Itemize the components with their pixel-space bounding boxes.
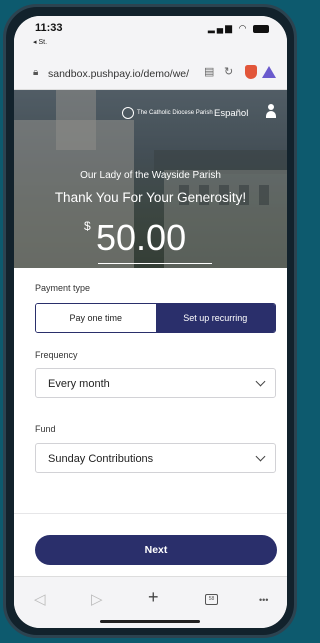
- fund-value: Sunday Contributions: [48, 453, 154, 465]
- reload-icon[interactable]: ↻: [224, 65, 233, 78]
- home-indicator: [100, 620, 200, 623]
- hero-banner: The Catholic Diocese Parish Español Our …: [14, 90, 287, 268]
- new-tab-icon[interactable]: +: [148, 587, 159, 608]
- reader-icon[interactable]: ▤: [204, 65, 214, 78]
- brave-rewards-icon[interactable]: [262, 66, 276, 78]
- fund-select[interactable]: Sunday Contributions: [35, 443, 276, 473]
- donation-form: Payment type Pay one time Set up recurri…: [14, 268, 287, 568]
- system-icons: ▂▄▆ ◠: [208, 23, 269, 34]
- user-account-icon[interactable]: [266, 104, 276, 118]
- frequency-label: Frequency: [35, 350, 78, 360]
- chevron-down-icon: [255, 451, 266, 462]
- logo-mark-icon: [122, 107, 134, 119]
- forward-arrow-icon[interactable]: ▷: [91, 590, 103, 608]
- amount-underline: [98, 263, 212, 264]
- brave-shield-icon[interactable]: [245, 65, 257, 79]
- signal-icon: ▂▄▆: [207, 23, 235, 33]
- status-time: 11:33: [35, 22, 63, 34]
- frequency-value: Every month: [48, 378, 110, 390]
- more-menu-icon[interactable]: •••: [259, 595, 268, 605]
- battery-icon: [253, 24, 269, 33]
- back-to-app-link[interactable]: ◂ St.: [33, 38, 47, 46]
- chevron-down-icon: [255, 376, 266, 387]
- tabs-icon[interactable]: 58: [205, 594, 218, 605]
- language-link[interactable]: Español: [214, 108, 248, 119]
- parish-name: Our Lady of the Wayside Parish: [80, 170, 221, 181]
- address-bar[interactable]: 🔒︎ sandbox.pushpay.io/demo/we/ ▤ ↻: [14, 56, 287, 90]
- payment-type-label: Payment type: [35, 283, 91, 293]
- status-bar: 11:33 ◂ St. ▂▄▆ ◠: [14, 16, 287, 56]
- next-button[interactable]: Next: [35, 535, 277, 565]
- lock-icon: 🔒︎: [33, 67, 39, 78]
- payment-type-toggle: Pay one time Set up recurring: [35, 303, 276, 333]
- divider: [14, 513, 287, 514]
- amount-value[interactable]: 50.00: [96, 217, 186, 259]
- wifi-icon: ◠: [238, 23, 249, 33]
- phone-screen: 11:33 ◂ St. ▂▄▆ ◠ 🔒︎ sandbox.pushpay.io/…: [14, 16, 287, 628]
- frequency-select[interactable]: Every month: [35, 368, 276, 398]
- back-arrow-icon[interactable]: ◁: [34, 590, 46, 608]
- currency-symbol: $: [84, 219, 91, 233]
- url-text[interactable]: sandbox.pushpay.io/demo/we/: [48, 68, 198, 80]
- set-up-recurring-button[interactable]: Set up recurring: [155, 304, 275, 332]
- logo-text: The Catholic Diocese Parish: [137, 110, 213, 116]
- parish-logo: The Catholic Diocese Parish: [122, 107, 213, 119]
- thank-you-heading: Thank You For Your Generosity!: [54, 190, 247, 205]
- pay-one-time-button[interactable]: Pay one time: [36, 304, 156, 332]
- fund-label: Fund: [35, 424, 56, 434]
